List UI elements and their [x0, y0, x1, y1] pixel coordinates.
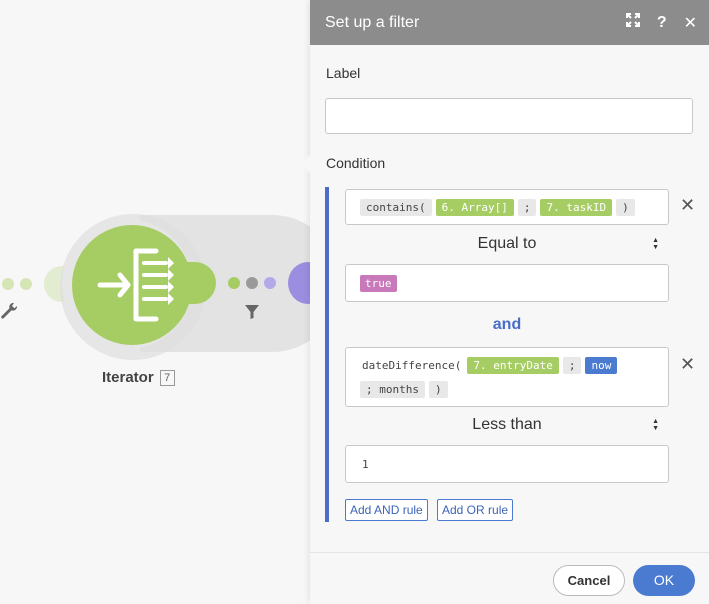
- connector-dot: [20, 278, 32, 290]
- add-or-rule-button[interactable]: Add OR rule: [437, 499, 514, 521]
- select-caret-icon: ▲ ▼: [652, 418, 659, 432]
- expand-icon[interactable]: [625, 13, 640, 32]
- variable-pill[interactable]: 7. entryDate: [467, 356, 559, 374]
- value-text: 1: [362, 457, 369, 471]
- keyword-pill[interactable]: now: [585, 356, 618, 374]
- panel-header: Set up a filter ? ✕: [310, 0, 709, 45]
- select-caret-icon: ▲ ▼: [652, 237, 659, 251]
- token: contains(: [360, 198, 432, 216]
- token: ;: [517, 198, 537, 216]
- token: ): [616, 198, 635, 216]
- rule2-value-input[interactable]: 1: [345, 445, 669, 483]
- connector-dot: [246, 277, 258, 289]
- add-and-rule-button[interactable]: Add AND rule: [345, 499, 428, 521]
- connector-dot: [264, 277, 276, 289]
- operator-value: Equal to: [477, 235, 537, 252]
- token: ): [428, 380, 448, 398]
- label-field-label: Label: [326, 65, 361, 81]
- module-name: Iterator: [102, 369, 154, 386]
- panel-pointer: [301, 154, 311, 174]
- iterator-icon: [97, 248, 174, 322]
- rule1-operator-select[interactable]: Equal to ▲ ▼: [345, 232, 669, 256]
- rule2-expression-input[interactable]: dateDifference( 7. entryDate ; now ; mon…: [345, 347, 669, 407]
- operator-value: Less than: [472, 416, 542, 433]
- condition-group-bar: [325, 187, 329, 522]
- cancel-button[interactable]: Cancel: [553, 565, 625, 596]
- filter-icon[interactable]: [244, 304, 260, 320]
- filter-panel: Set up a filter ? ✕ Label Condition cont…: [301, 0, 709, 604]
- label-input[interactable]: [325, 98, 693, 134]
- boolean-pill[interactable]: true: [360, 274, 397, 292]
- variable-pill[interactable]: 7. taskID: [540, 198, 613, 216]
- header-icons: ? ✕: [625, 13, 697, 33]
- rule1-value-input[interactable]: true: [345, 264, 669, 302]
- variable-pill[interactable]: 6. Array[]: [435, 198, 514, 216]
- connector-dot: [228, 277, 240, 289]
- remove-rule2-icon[interactable]: ✕: [680, 354, 695, 375]
- connector-dot: [2, 278, 14, 290]
- iterator-module[interactable]: [72, 225, 192, 345]
- module-id-badge: 7: [159, 369, 175, 386]
- panel-footer: Cancel OK: [310, 552, 709, 604]
- wrench-icon[interactable]: [0, 302, 18, 320]
- module-label: Iterator 7: [102, 369, 175, 386]
- close-icon[interactable]: ✕: [684, 13, 697, 33]
- token: dateDifference(: [362, 358, 462, 372]
- rule2-operator-select[interactable]: Less than ▲ ▼: [345, 413, 669, 437]
- token: ;: [562, 356, 582, 374]
- help-icon[interactable]: ?: [657, 14, 667, 32]
- condition-label: Condition: [326, 155, 386, 171]
- rule1-expression-input[interactable]: contains( 6. Array[] ; 7. taskID ): [345, 189, 669, 225]
- ok-button[interactable]: OK: [633, 565, 695, 596]
- panel-title: Set up a filter: [325, 13, 420, 31]
- token: ; months: [360, 380, 425, 398]
- remove-rule1-icon[interactable]: ✕: [680, 195, 695, 216]
- and-connector: and: [492, 316, 522, 333]
